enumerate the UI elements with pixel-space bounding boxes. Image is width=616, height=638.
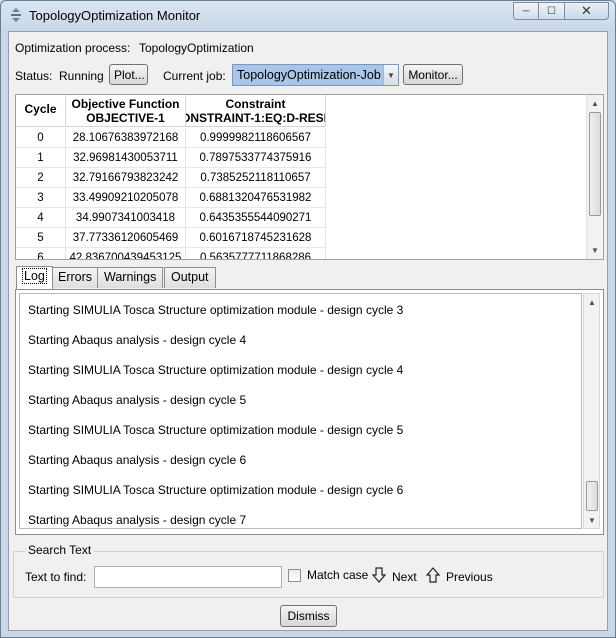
search-text-group: Search Text Text to find: Match case Nex… [13, 543, 604, 598]
status-value: Running [59, 69, 104, 83]
cell-constraint: 0.6435355544090271 [186, 208, 326, 228]
match-case-label[interactable]: Match case [307, 568, 368, 582]
cell-objective: 37.77336120605469 [66, 228, 186, 248]
tab-warnings[interactable]: Warnings [97, 267, 164, 288]
maximize-icon: ☐ [547, 5, 556, 17]
previous-button[interactable]: Previous [446, 570, 493, 584]
cell-constraint: 0.9999982118606567 [186, 128, 326, 148]
cell-cycle: 3 [16, 188, 66, 208]
cell-constraint: 0.7385252118110657 [186, 168, 326, 188]
log-line: Starting Abaqus analysis - design cycle … [28, 393, 247, 407]
cell-objective: 32.96981430053711 [66, 148, 186, 168]
log-text-area[interactable]: Starting SIMULIA Tosca Structure optimiz… [19, 293, 582, 529]
cell-cycle: 6 [16, 248, 66, 259]
constraint-header-sub: CONSTRAINT-1:EQ:D-RESPONSE [186, 111, 325, 125]
table-scrollbar[interactable]: ▲ ▼ [586, 95, 603, 259]
current-job-value: TopologyOptimization-Job [237, 68, 381, 82]
table-row[interactable]: 5 37.77336120605469 0.6016718745231628 [16, 228, 326, 248]
table-scroll-thumb[interactable] [589, 112, 601, 216]
log-line: Starting SIMULIA Tosca Structure optimiz… [28, 483, 404, 497]
app-icon [11, 8, 21, 22]
table-row[interactable]: 6 42.836700439453125 0.5635777711868286 [16, 248, 326, 259]
tab-output-file[interactable]: Output File [164, 267, 216, 303]
arrow-down-icon[interactable] [372, 567, 386, 583]
dialog-body: Optimization process: TopologyOptimizati… [8, 31, 608, 631]
process-value: TopologyOptimization [139, 41, 254, 55]
log-scroll-thumb[interactable] [586, 481, 598, 511]
find-label: Text to find: [25, 570, 87, 584]
arrow-up-icon[interactable] [426, 567, 440, 583]
cell-constraint: 0.7897533774375916 [186, 148, 326, 168]
column-header-objective[interactable]: Objective Function OBJECTIVE-1 [66, 95, 186, 127]
cell-cycle: 2 [16, 168, 66, 188]
objective-header-sub: OBJECTIVE-1 [86, 111, 165, 125]
column-header-cycle[interactable]: Cycle [16, 95, 66, 127]
cell-cycle: 1 [16, 148, 66, 168]
window-title: TopologyOptimization Monitor [29, 8, 201, 23]
status-label: Status: [15, 69, 53, 83]
search-group-title: Search Text [25, 543, 95, 557]
log-scrollbar[interactable]: ▲ ▼ [583, 293, 600, 529]
monitor-window: TopologyOptimization Monitor ─ ☐ ✕ Optim… [0, 0, 616, 638]
scroll-down-icon[interactable]: ▼ [587, 242, 603, 258]
close-icon: ✕ [581, 3, 592, 18]
cell-constraint: 0.5635777711868286 [186, 248, 326, 259]
table-row[interactable]: 3 33.49909210205078 0.6881320476531982 [16, 188, 326, 208]
process-label: Optimization process: [15, 41, 131, 55]
current-job-label: Current job: [163, 69, 226, 83]
tab-log[interactable]: Log [16, 266, 53, 289]
cell-constraint: 0.6016718745231628 [186, 228, 326, 248]
match-case-checkbox[interactable] [288, 569, 301, 582]
minimize-icon: ─ [522, 5, 530, 17]
table-row[interactable]: 2 32.79166793823242 0.7385252118110657 [16, 168, 326, 188]
log-line: Starting SIMULIA Tosca Structure optimiz… [28, 303, 404, 317]
table-row[interactable]: 4 34.9907341003418 0.6435355544090271 [16, 208, 326, 228]
cycle-table: Cycle Objective Function OBJECTIVE-1 Con… [15, 94, 604, 260]
objective-header-title: Objective Function [71, 97, 180, 111]
title-bar[interactable]: TopologyOptimization Monitor ─ ☐ ✕ [1, 1, 615, 30]
log-line: Starting Abaqus analysis - design cycle … [28, 513, 247, 527]
cell-constraint: 0.6881320476531982 [186, 188, 326, 208]
column-header-constraint[interactable]: Constraint CONSTRAINT-1:EQ:D-RESPONSE [186, 95, 326, 127]
cell-cycle: 4 [16, 208, 66, 228]
monitor-button[interactable]: Monitor... [403, 64, 463, 85]
cell-cycle: 0 [16, 128, 66, 148]
cell-objective: 42.836700439453125 [66, 248, 186, 259]
minimize-button[interactable]: ─ [513, 2, 539, 20]
log-line: Starting SIMULIA Tosca Structure optimiz… [28, 363, 404, 377]
chevron-down-icon[interactable]: ▼ [383, 65, 398, 85]
cell-objective: 32.79166793823242 [66, 168, 186, 188]
dismiss-button[interactable]: Dismiss [280, 605, 337, 627]
find-input[interactable] [94, 566, 282, 588]
cell-objective: 28.10676383972168 [66, 128, 186, 148]
cell-objective: 33.49909210205078 [66, 188, 186, 208]
current-job-select[interactable]: TopologyOptimization-Job ▼ [232, 64, 399, 86]
plot-button[interactable]: Plot... [109, 64, 148, 85]
scroll-up-icon[interactable]: ▲ [584, 294, 600, 310]
log-line: Starting Abaqus analysis - design cycle … [28, 333, 247, 347]
table-row[interactable]: 0 28.10676383972168 0.9999982118606567 [16, 128, 326, 148]
maximize-button[interactable]: ☐ [539, 2, 565, 20]
constraint-header-title: Constraint [225, 97, 286, 111]
next-button[interactable]: Next [392, 570, 417, 584]
cell-cycle: 5 [16, 228, 66, 248]
table-row[interactable]: 1 32.96981430053711 0.7897533774375916 [16, 148, 326, 168]
scroll-down-icon[interactable]: ▼ [584, 512, 600, 528]
close-button[interactable]: ✕ [565, 2, 609, 20]
scroll-up-icon[interactable]: ▲ [587, 95, 603, 111]
log-line: Starting Abaqus analysis - design cycle … [28, 453, 247, 467]
log-line: Starting SIMULIA Tosca Structure optimiz… [28, 423, 404, 437]
cell-objective: 34.9907341003418 [66, 208, 186, 228]
log-panel: Starting SIMULIA Tosca Structure optimiz… [15, 289, 604, 535]
tab-errors[interactable]: Errors [51, 267, 100, 288]
